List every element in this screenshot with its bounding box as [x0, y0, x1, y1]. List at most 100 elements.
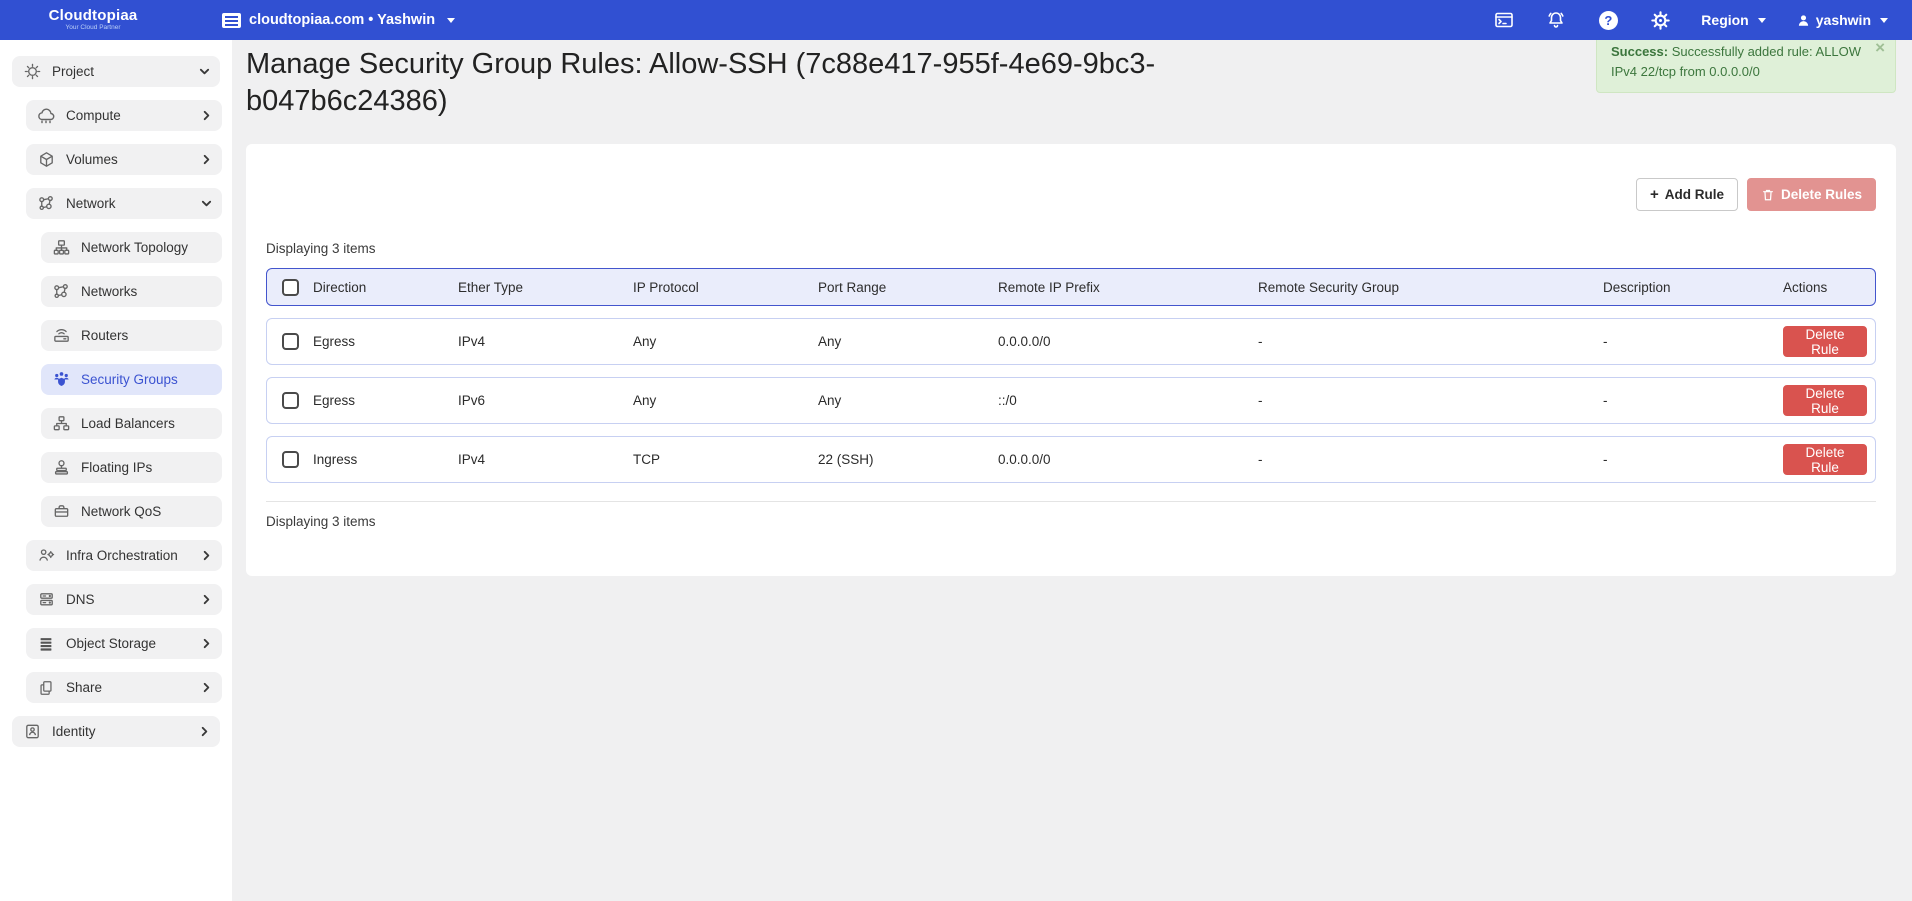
row-checkbox[interactable] [282, 451, 299, 468]
delete-rule-button[interactable]: Delete Rule [1783, 444, 1867, 475]
chevron-right-icon [199, 726, 210, 737]
select-all-checkbox[interactable] [282, 279, 299, 296]
region-menu[interactable]: Region [1701, 12, 1765, 28]
object-storage-icon [35, 634, 57, 654]
network-icon [35, 194, 57, 214]
brand-logo[interactable]: Cloudtopiaa Your Cloud Partner [28, 8, 158, 32]
caret-down-icon [1758, 18, 1766, 23]
sidebar-item-dns[interactable]: DNS [26, 584, 222, 615]
user-icon [1796, 13, 1811, 28]
column-header-ip-protocol[interactable]: IP Protocol [633, 280, 818, 295]
routers-icon [50, 326, 72, 346]
console-icon[interactable] [1493, 9, 1515, 31]
delete-rule-button[interactable]: Delete Rule [1783, 326, 1867, 357]
items-count-top: Displaying 3 items [266, 241, 1876, 256]
chevron-right-icon [201, 682, 212, 693]
cell-ip-protocol: Any [633, 334, 818, 349]
cell-direction: Egress [313, 393, 458, 408]
row-checkbox[interactable] [282, 392, 299, 409]
network-topology-icon [50, 238, 72, 258]
compute-icon [35, 106, 57, 126]
sidebar-item-compute[interactable]: Compute [26, 100, 222, 131]
sidebar-item-routers[interactable]: Routers [41, 320, 222, 351]
add-rule-button[interactable]: + Add Rule [1636, 178, 1738, 211]
cell-description: - [1603, 452, 1783, 467]
topbar: Cloudtopiaa Your Cloud Partner cloudtopi… [0, 0, 1912, 40]
rules-table-header: Direction Ether Type IP Protocol Port Ra… [266, 268, 1876, 306]
cell-ip-protocol: Any [633, 393, 818, 408]
sidebar-item-network[interactable]: Network [26, 188, 222, 219]
settings-gear-icon[interactable] [1649, 9, 1671, 31]
floating-ips-icon [50, 458, 72, 478]
chevron-right-icon [201, 550, 212, 561]
sidebar-item-infra-orchestration[interactable]: Infra Orchestration [26, 540, 222, 571]
sidebar-item-load-balancers[interactable]: Load Balancers [41, 408, 222, 439]
caret-down-icon [447, 18, 455, 23]
domain-list-icon [222, 13, 241, 28]
sidebar-item-networks[interactable]: Networks [41, 276, 222, 307]
cell-ether-type: IPv4 [458, 452, 633, 467]
row-checkbox[interactable] [282, 333, 299, 350]
network-qos-icon [50, 502, 72, 522]
networks-icon [50, 282, 72, 302]
brand-name: Cloudtopiaa [28, 8, 158, 23]
volumes-icon [35, 150, 57, 170]
cell-remote-security-group: - [1258, 452, 1603, 467]
sidebar-item-security-groups[interactable]: Security Groups [41, 364, 222, 395]
chevron-down-icon [201, 198, 212, 209]
items-count-bottom: Displaying 3 items [266, 514, 1876, 529]
chevron-down-icon [199, 66, 210, 77]
column-header-actions: Actions [1783, 280, 1875, 295]
sidebar-item-floating-ips[interactable]: Floating IPs [41, 452, 222, 483]
sidebar-item-identity[interactable]: Identity [12, 716, 220, 747]
notifications-bell-icon[interactable] [1545, 9, 1567, 31]
help-icon[interactable]: ? [1597, 9, 1619, 31]
sidebar-item-network-topology[interactable]: Network Topology [41, 232, 222, 263]
column-header-remote-security-group[interactable]: Remote Security Group [1258, 280, 1603, 295]
trash-icon [1761, 188, 1775, 202]
share-icon [35, 678, 57, 698]
cell-direction: Egress [313, 334, 458, 349]
dns-icon [35, 590, 57, 610]
user-menu[interactable]: yashwin [1796, 12, 1888, 28]
caret-down-icon [1880, 18, 1888, 23]
sidebar-item-share[interactable]: Share [26, 672, 222, 703]
sidebar-item-object-storage[interactable]: Object Storage [26, 628, 222, 659]
column-header-remote-ip-prefix[interactable]: Remote IP Prefix [998, 280, 1258, 295]
cell-port-range: Any [818, 334, 998, 349]
sidebar: Project Compute Volumes [0, 40, 232, 901]
column-header-description[interactable]: Description [1603, 280, 1783, 295]
cell-direction: Ingress [313, 452, 458, 467]
cell-ether-type: IPv4 [458, 334, 633, 349]
toast-title: Success: [1611, 44, 1668, 59]
main-content: Success: Successfully added rule: ALLOW … [232, 0, 1912, 576]
sidebar-item-network-qos[interactable]: Network QoS [41, 496, 222, 527]
table-footer-divider [266, 501, 1876, 502]
cell-port-range: Any [818, 393, 998, 408]
delete-rules-button[interactable]: Delete Rules [1747, 178, 1876, 211]
sidebar-item-project[interactable]: Project [12, 56, 220, 87]
cell-ether-type: IPv6 [458, 393, 633, 408]
column-header-ether-type[interactable]: Ether Type [458, 280, 633, 295]
column-header-port-range[interactable]: Port Range [818, 280, 998, 295]
toast-close-icon[interactable]: × [1875, 39, 1885, 56]
cell-remote-security-group: - [1258, 334, 1603, 349]
table-row: Egress IPv4 Any Any 0.0.0.0/0 - - Delete… [266, 318, 1876, 365]
sidebar-item-volumes[interactable]: Volumes [26, 144, 222, 175]
cell-remote-ip-prefix: 0.0.0.0/0 [998, 452, 1258, 467]
chevron-right-icon [201, 594, 212, 605]
table-row: Egress IPv6 Any Any ::/0 - - Delete Rule [266, 377, 1876, 424]
project-context-switcher[interactable]: cloudtopiaa.com • Yashwin [222, 12, 455, 28]
chevron-right-icon [201, 154, 212, 165]
table-row: Ingress IPv4 TCP 22 (SSH) 0.0.0.0/0 - - … [266, 436, 1876, 483]
chevron-right-icon [201, 638, 212, 649]
cell-description: - [1603, 334, 1783, 349]
column-header-direction[interactable]: Direction [313, 280, 458, 295]
plus-icon: + [1650, 186, 1659, 203]
identity-icon [21, 722, 43, 742]
page-title: Manage Security Group Rules: Allow-SSH (… [246, 46, 1326, 120]
brand-tagline: Your Cloud Partner [28, 25, 158, 32]
infra-orchestration-icon [35, 546, 57, 566]
delete-rule-button[interactable]: Delete Rule [1783, 385, 1867, 416]
cell-remote-ip-prefix: ::/0 [998, 393, 1258, 408]
